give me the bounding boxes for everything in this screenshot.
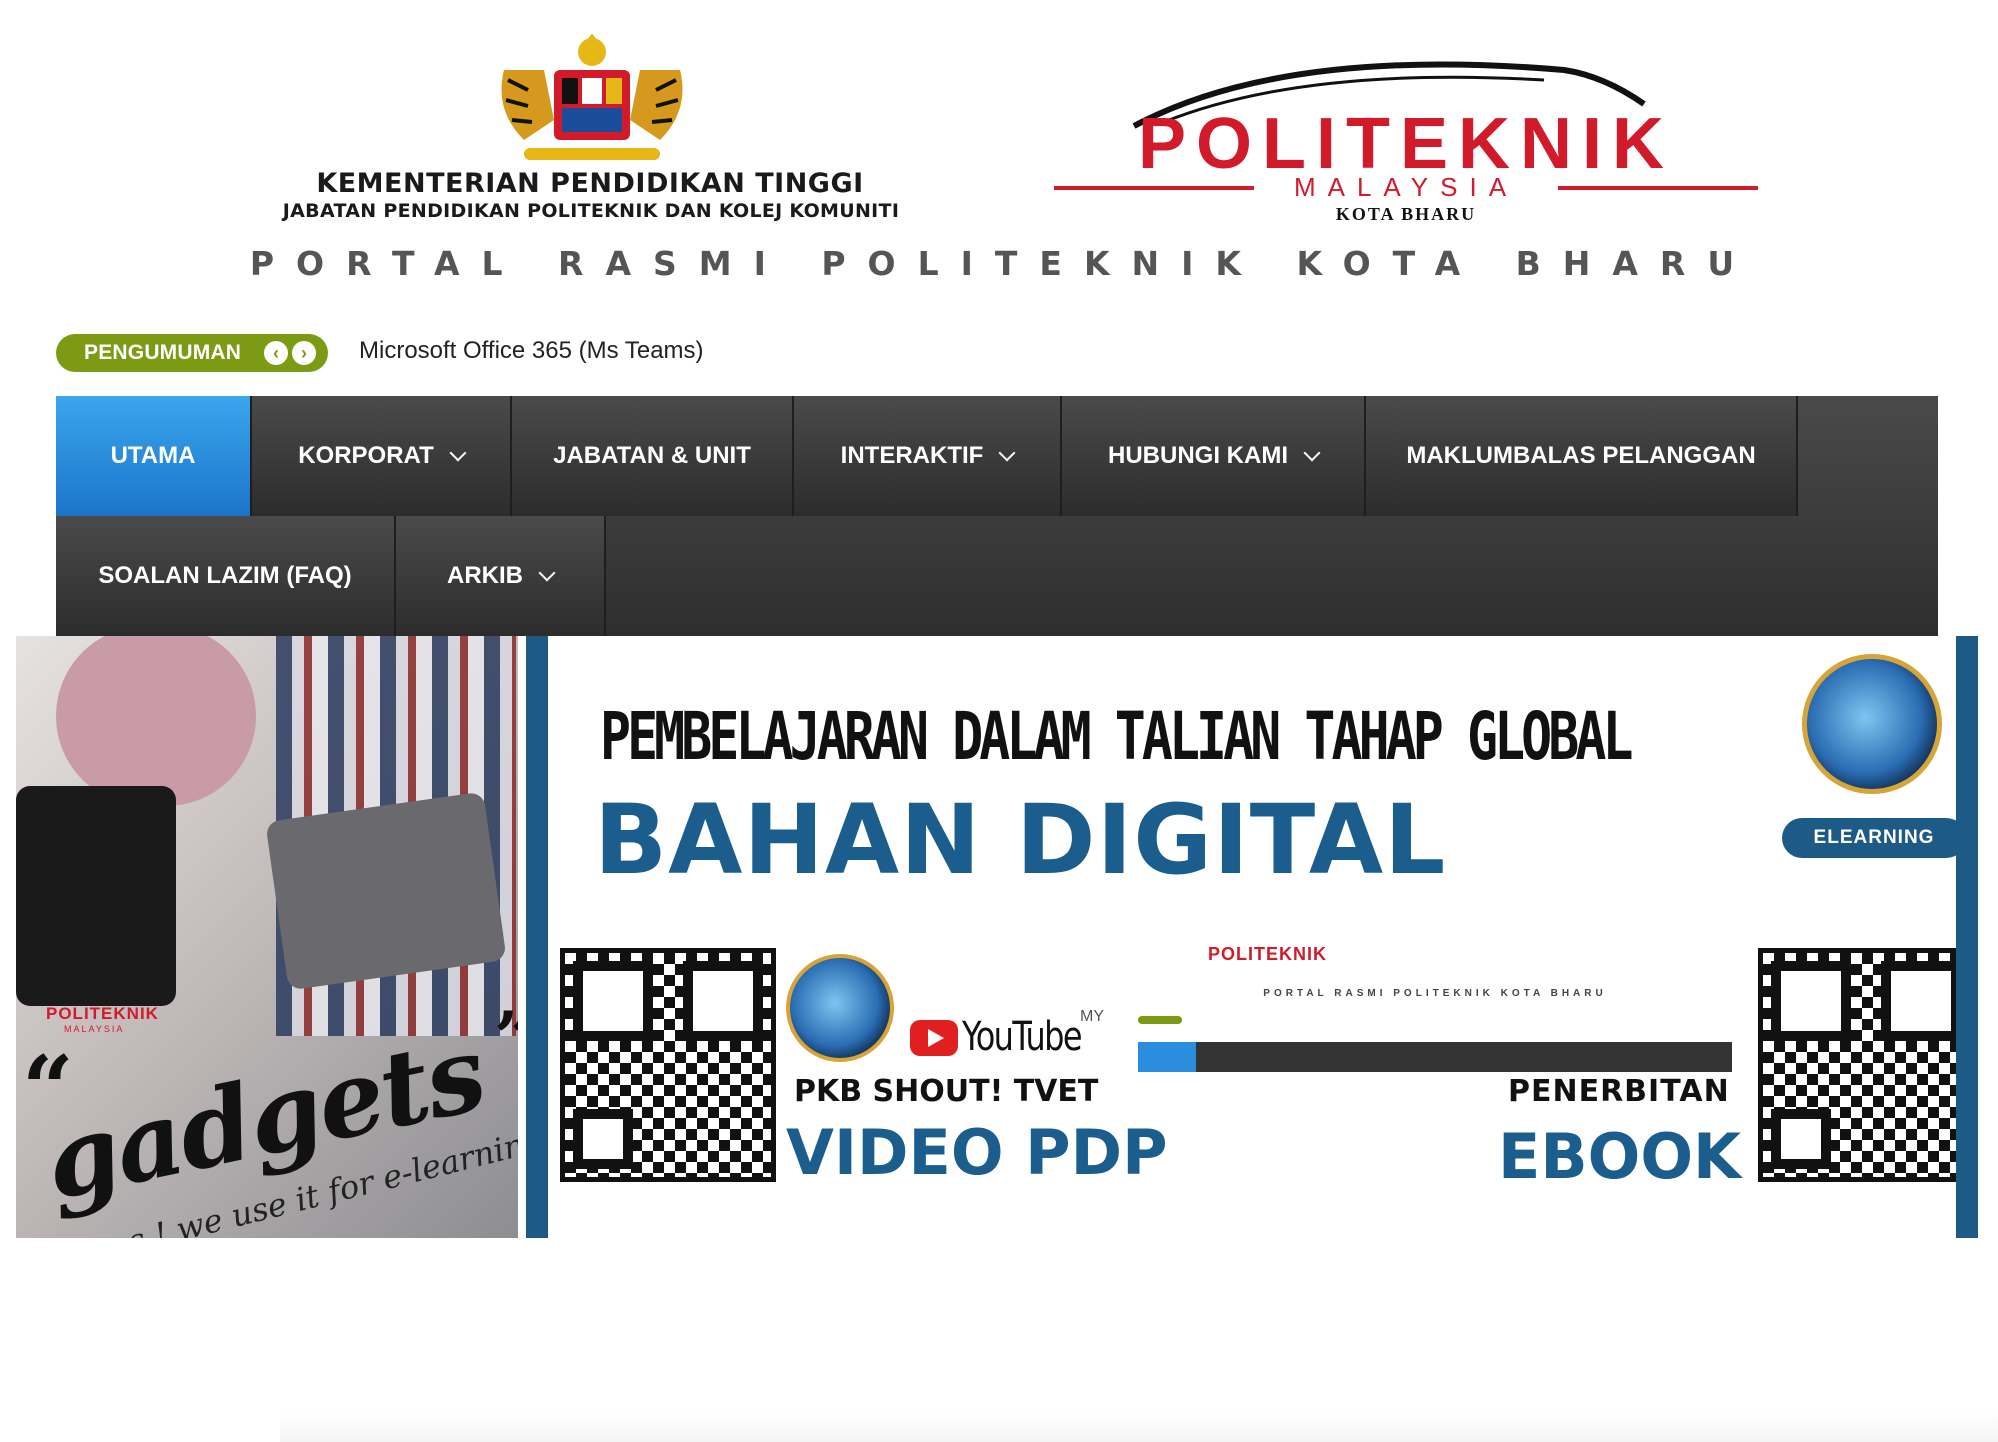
- photo-person: [56, 636, 256, 806]
- mini-announcement-pill: [1138, 1016, 1182, 1024]
- tablet-image: [265, 791, 507, 991]
- malaysia-wordmark: MALAYSIA: [1294, 172, 1518, 202]
- penerbitan-label: PENERBITAN: [1508, 1074, 1730, 1109]
- nav-label: JABATAN & UNIT: [553, 442, 751, 469]
- banner-subheadline: BAHAN DIGITAL: [594, 784, 1447, 896]
- nav-label: HUBUNGI KAMI: [1108, 442, 1288, 469]
- pkb-label: PKB SHOUT! TVET: [794, 1074, 1099, 1109]
- nav-item-korporat[interactable]: KORPORAT: [252, 396, 512, 516]
- announcement-pill: PENGUMUMAN ‹ ›: [56, 334, 328, 372]
- mini-nav-bar: [1138, 1042, 1732, 1072]
- ministry-name: KEMENTERIAN PENDIDIKAN TINGGI: [316, 168, 864, 199]
- announcement-text[interactable]: Microsoft Office 365 (Ms Teams): [359, 337, 704, 365]
- ebook-label: EBOOK: [1498, 1120, 1742, 1193]
- nav-label: SOALAN LAZIM (FAQ): [98, 562, 352, 589]
- nav-item-utama[interactable]: UTAMA: [56, 396, 252, 516]
- nav-item-hubungi-kami[interactable]: HUBUNGI KAMI: [1062, 396, 1366, 516]
- main-nav: UTAMA KORPORAT JABATAN & UNIT INTERAKTIF…: [56, 396, 1938, 636]
- banner-bahan-digital[interactable]: PEMBELAJARAN DALAM TALIAN TAHAP GLOBAL B…: [526, 636, 1978, 1238]
- politeknik-logo[interactable]: POLITEKNIK MALAYSIA KOTA BHARU: [1044, 56, 1768, 222]
- campus-name: KOTA BHARU: [1336, 204, 1476, 222]
- nav-item-maklumbalas[interactable]: MAKLUMBALAS PELANGGAN: [1366, 396, 1798, 516]
- qr-code-icon[interactable]: [1758, 948, 1956, 1182]
- website-preview-image: POLITEKNIK PORTAL RASMI POLITEKNIK KOTA …: [1138, 942, 1732, 1092]
- elearning-badge-icon: [1802, 654, 1942, 794]
- youtube-region: MY: [1080, 1008, 1104, 1025]
- chevron-right-icon[interactable]: ›: [292, 341, 316, 365]
- nav-label: ARKIB: [447, 562, 523, 589]
- nav-item-arkib[interactable]: ARKIB: [396, 516, 606, 636]
- banner-divider: [518, 636, 526, 1238]
- nav-item-faq[interactable]: SOALAN LAZIM (FAQ): [56, 516, 396, 636]
- politeknik-mini-logo: POLITEKNIK: [46, 1004, 159, 1023]
- tablet-image: [16, 786, 176, 1006]
- nav-label: UTAMA: [110, 442, 196, 469]
- youtube-wordmark: YouTube: [962, 1014, 1083, 1060]
- politeknik-mini-logo: POLITEKNIK: [1208, 944, 1328, 964]
- youtube-play-icon: [910, 1020, 958, 1056]
- chevron-left-icon[interactable]: ‹: [264, 341, 288, 365]
- chevron-down-icon: [1303, 444, 1321, 462]
- qr-code-icon[interactable]: [560, 948, 776, 1182]
- announcement-label: PENGUMUMAN: [84, 341, 242, 364]
- nav-label: KORPORAT: [298, 442, 434, 469]
- elearning-button[interactable]: ELEARNING: [1782, 818, 1956, 858]
- chevron-down-icon: [538, 564, 556, 582]
- chevron-down-icon: [449, 444, 467, 462]
- video-pdp-label: VIDEO PDP: [786, 1116, 1168, 1189]
- elearning-badge-icon: [786, 954, 894, 1062]
- nav-label: INTERAKTIF: [840, 442, 984, 469]
- nav-label: MAKLUMBALAS PELANGGAN: [1406, 442, 1756, 469]
- portal-title: PORTAL RASMI POLITEKNIK KOTA BHARU: [249, 244, 1757, 283]
- chevron-down-icon: [998, 444, 1016, 462]
- department-name: JABATAN PENDIDIKAN POLITEKNIK DAN KOLEJ …: [282, 200, 900, 222]
- coat-of-arms-logo: [501, 33, 683, 160]
- page-bottom-shadow: [280, 1412, 1998, 1442]
- malaysia-mini-logo: MALAYSIA: [64, 1024, 125, 1034]
- nav-item-interaktif[interactable]: INTERAKTIF: [794, 396, 1062, 516]
- quote-close: ”: [494, 996, 518, 1079]
- banner-headline: PEMBELAJARAN DALAM TALIAN TAHAP GLOBAL: [600, 698, 1633, 775]
- banner-gadgets[interactable]: POLITEKNIK MALAYSIA “ gadgets ” yes ! we…: [16, 636, 518, 1238]
- mini-portal-title: PORTAL RASMI POLITEKNIK KOTA BHARU: [1263, 988, 1607, 999]
- nav-item-jabatan-unit[interactable]: JABATAN & UNIT: [512, 396, 794, 516]
